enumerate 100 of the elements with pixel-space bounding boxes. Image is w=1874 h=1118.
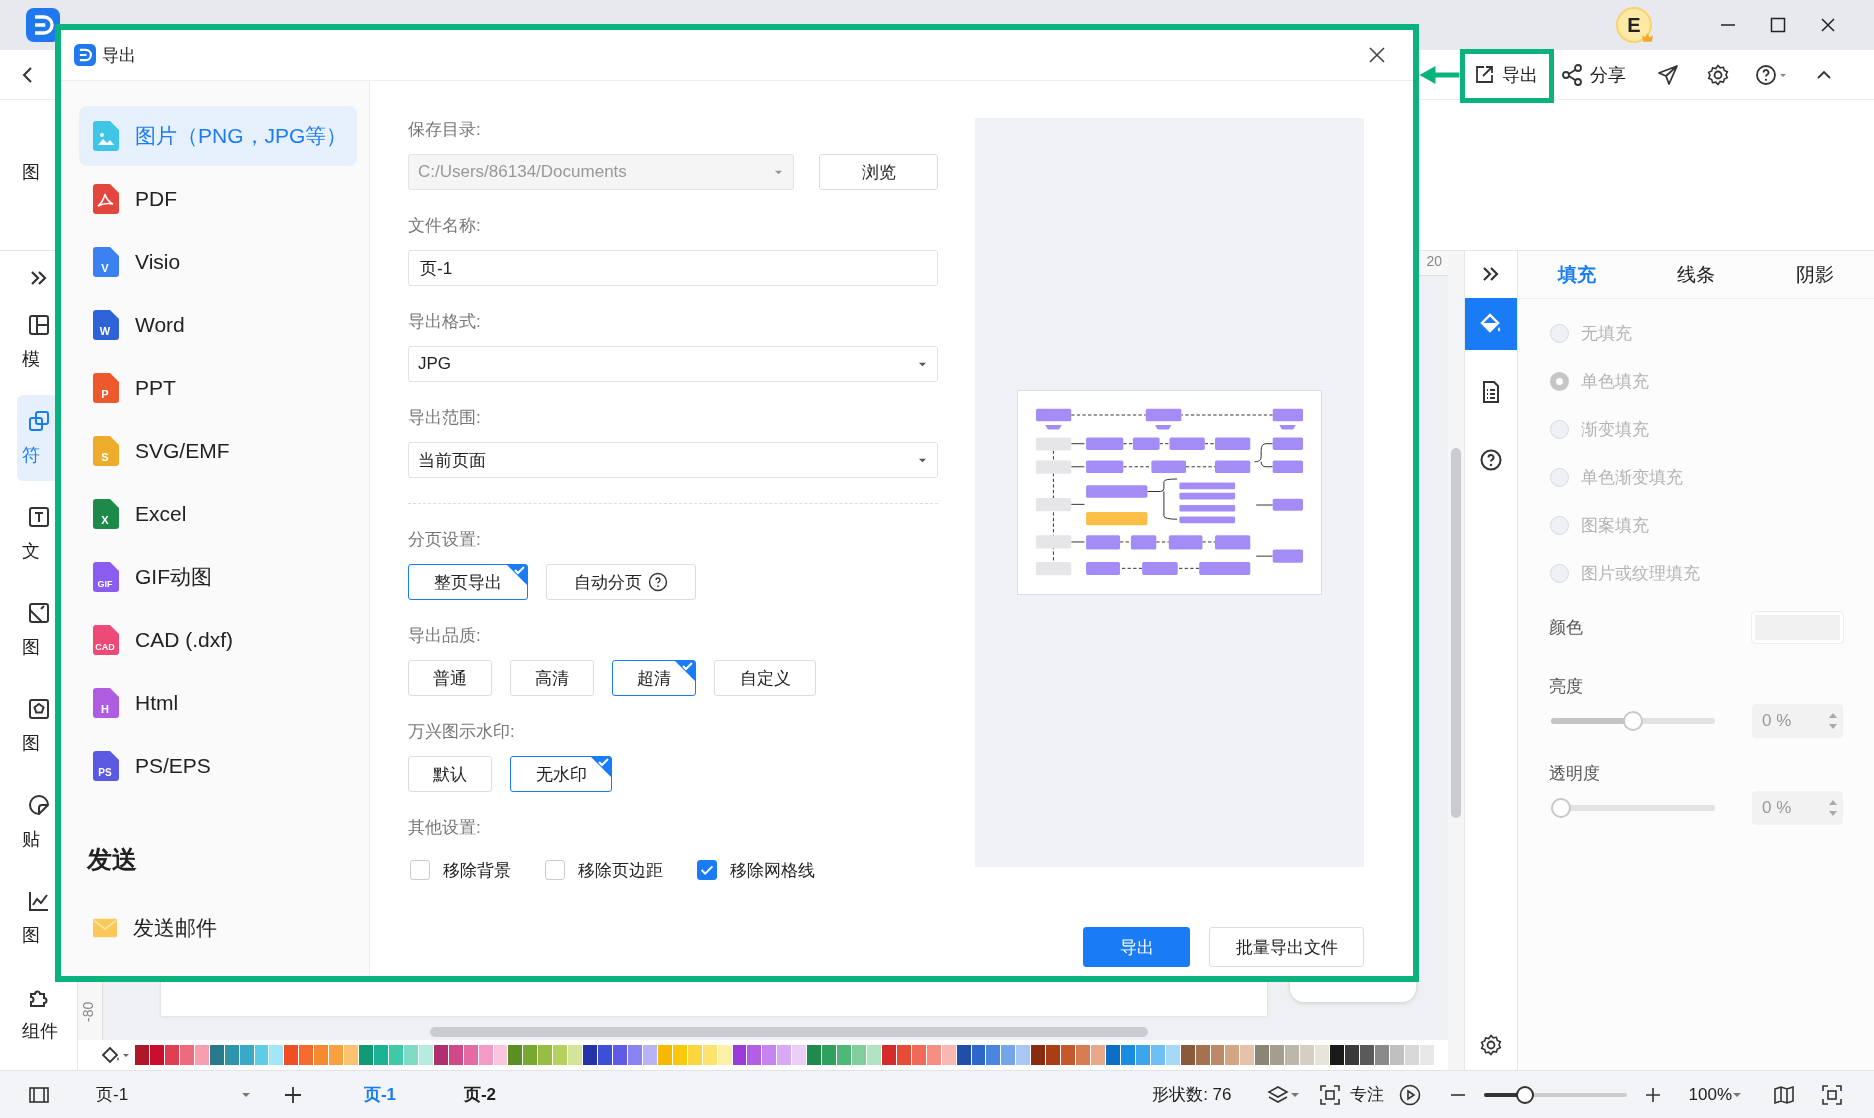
- export-button[interactable]: 导出: [1472, 62, 1538, 87]
- color-swatch[interactable]: [1389, 1045, 1404, 1065]
- color-swatch[interactable]: [881, 1045, 896, 1065]
- color-swatch[interactable]: [971, 1045, 986, 1065]
- format-item[interactable]: S SVG/EMF: [79, 421, 357, 481]
- color-swatch[interactable]: [149, 1045, 164, 1065]
- format-item[interactable]: P PPT: [79, 358, 357, 418]
- option-button[interactable]: 自动分页: [546, 564, 696, 600]
- color-swatch[interactable]: [941, 1045, 956, 1065]
- format-item[interactable]: H Html: [79, 673, 357, 733]
- color-swatch[interactable]: [418, 1045, 433, 1065]
- color-swatch[interactable]: [792, 1045, 807, 1065]
- sidebar-item[interactable]: 模: [17, 299, 74, 385]
- color-swatch[interactable]: [1180, 1045, 1195, 1065]
- color-swatch[interactable]: [822, 1045, 837, 1065]
- color-swatch[interactable]: [209, 1045, 224, 1065]
- paint-bucket-icon[interactable]: [100, 1045, 130, 1065]
- slider-track[interactable]: [1551, 711, 1715, 731]
- color-swatch[interactable]: [299, 1045, 314, 1065]
- color-swatch[interactable]: [613, 1045, 627, 1065]
- zoom-value[interactable]: 100%: [1688, 1084, 1732, 1105]
- color-swatch[interactable]: [687, 1045, 702, 1065]
- color-swatch[interactable]: [269, 1045, 284, 1065]
- color-swatch[interactable]: [493, 1045, 508, 1065]
- option-button[interactable]: 超清: [612, 660, 696, 696]
- fill-tool-button[interactable]: [1465, 298, 1517, 350]
- color-swatch[interactable]: [284, 1045, 299, 1065]
- color-swatch[interactable]: [568, 1045, 583, 1065]
- color-swatch[interactable]: [254, 1045, 269, 1065]
- format-item[interactable]: CAD CAD (.dxf): [79, 610, 357, 670]
- format-select[interactable]: JPG: [408, 346, 938, 382]
- checkbox[interactable]: [697, 860, 717, 880]
- send-icon[interactable]: [1656, 62, 1680, 87]
- color-swatch[interactable]: [1285, 1045, 1300, 1065]
- color-swatch[interactable]: [433, 1045, 448, 1065]
- color-swatch[interactable]: [329, 1045, 344, 1065]
- sidebar-item[interactable]: 贴: [17, 779, 74, 865]
- color-swatch[interactable]: [1240, 1045, 1255, 1065]
- slider-track[interactable]: [1551, 798, 1715, 818]
- option-button[interactable]: 无水印: [510, 756, 612, 792]
- slider-thumb[interactable]: [1516, 1085, 1534, 1104]
- panel-tab[interactable]: 线条: [1636, 251, 1756, 298]
- color-swatch[interactable]: [164, 1045, 179, 1065]
- color-swatch[interactable]: [1001, 1045, 1016, 1065]
- color-swatch[interactable]: [926, 1045, 941, 1065]
- page-tab[interactable]: 页-2: [455, 1083, 505, 1106]
- color-swatch[interactable]: [1255, 1045, 1270, 1065]
- color-swatch[interactable]: [403, 1045, 418, 1065]
- option-button[interactable]: 普通: [408, 660, 492, 696]
- color-swatch[interactable]: [1419, 1045, 1434, 1065]
- color-swatch[interactable]: [1165, 1045, 1180, 1065]
- fullscreen-icon[interactable]: [1820, 1082, 1844, 1107]
- panel-tab[interactable]: 阴影: [1755, 251, 1874, 298]
- sidebar-item[interactable]: 组件: [17, 971, 74, 1057]
- app-logo-icon[interactable]: [26, 8, 60, 42]
- checkbox[interactable]: [545, 860, 565, 880]
- option-button[interactable]: 整页导出: [408, 564, 528, 600]
- share-button[interactable]: 分享: [1560, 62, 1626, 87]
- color-swatch[interactable]: [1344, 1045, 1359, 1065]
- settings-icon[interactable]: [1479, 1033, 1503, 1057]
- color-swatch[interactable]: [1404, 1045, 1419, 1065]
- color-swatch[interactable]: [762, 1045, 777, 1065]
- page-tab[interactable]: 页-1: [355, 1083, 405, 1106]
- format-item[interactable]: V Visio: [79, 232, 357, 292]
- color-swatch[interactable]: [777, 1045, 792, 1065]
- scrollbar-thumb[interactable]: [1451, 448, 1461, 818]
- color-swatch[interactable]: [896, 1045, 911, 1065]
- send-email-item[interactable]: 发送邮件: [79, 898, 357, 958]
- scrollbar-thumb[interactable]: [430, 1027, 1148, 1037]
- color-swatch[interactable]: [911, 1045, 926, 1065]
- color-swatch[interactable]: [1330, 1045, 1344, 1065]
- color-swatch[interactable]: [1135, 1045, 1150, 1065]
- color-swatch[interactable]: [956, 1045, 971, 1065]
- color-swatch[interactable]: [508, 1045, 523, 1065]
- color-swatch[interactable]: [463, 1045, 478, 1065]
- color-swatch[interactable]: [837, 1045, 851, 1065]
- color-swatch[interactable]: [359, 1045, 373, 1065]
- color-swatch[interactable]: [627, 1045, 642, 1065]
- fit-icon[interactable]: [1317, 1082, 1342, 1107]
- color-swatch[interactable]: [1300, 1045, 1315, 1065]
- color-swatch[interactable]: [523, 1045, 538, 1065]
- color-swatch[interactable]: [583, 1045, 598, 1065]
- user-avatar[interactable]: E: [1616, 7, 1652, 43]
- close-icon[interactable]: [1367, 45, 1387, 65]
- color-swatch[interactable]: [388, 1045, 403, 1065]
- color-swatch[interactable]: [1105, 1045, 1120, 1065]
- color-swatch[interactable]: [448, 1045, 463, 1065]
- checkbox[interactable]: [410, 860, 430, 880]
- format-item[interactable]: PDF: [79, 169, 357, 229]
- color-swatch[interactable]: [1210, 1045, 1225, 1065]
- zoom-slider[interactable]: [1483, 1085, 1627, 1104]
- color-swatch[interactable]: [1016, 1045, 1031, 1065]
- color-swatch[interactable]: [194, 1045, 209, 1065]
- format-item[interactable]: GIF GIF动图: [79, 547, 357, 607]
- color-swatch[interactable]: [224, 1045, 239, 1065]
- color-swatch[interactable]: [1195, 1045, 1210, 1065]
- color-swatch[interactable]: [538, 1045, 553, 1065]
- color-swatch[interactable]: [1076, 1045, 1090, 1065]
- maximize-icon[interactable]: [1768, 15, 1788, 35]
- color-swatch[interactable]: [672, 1045, 687, 1065]
